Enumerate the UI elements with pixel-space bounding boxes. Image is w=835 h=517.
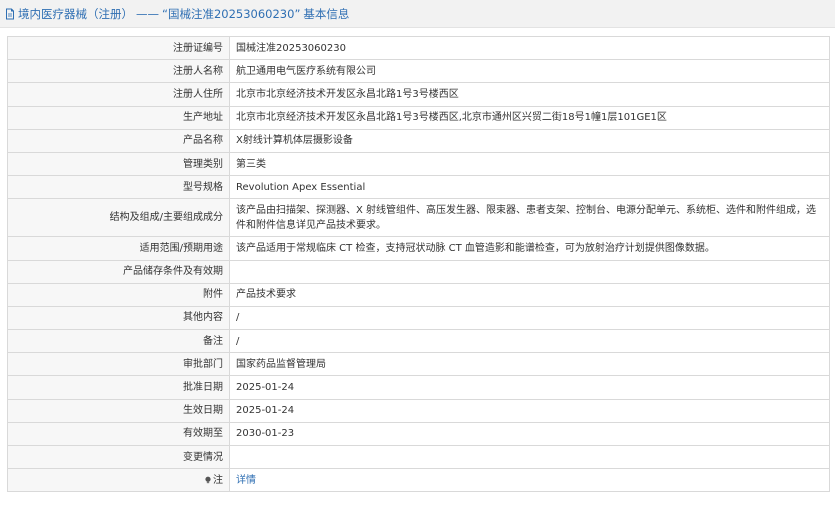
table-row: 备注 / [7, 329, 830, 354]
table-row: 适用范围/预期用途 该产品适用于常规临床 CT 检查，支持冠状动脉 CT 血管造… [7, 236, 830, 261]
table-row: 有效期至 2030-01-23 [7, 421, 830, 447]
header-category: 境内医疗器械（注册） [18, 6, 133, 21]
table-row: 注册人名称 航卫通用电气医疗系统有限公司 [7, 59, 830, 84]
row-label: 注册人名称 [7, 59, 230, 84]
table-row: 生效日期 2025-01-24 [7, 398, 830, 423]
row-label: 其他内容 [7, 305, 230, 331]
row-label: 产品名称 [7, 128, 230, 153]
header-section-title: 基本信息 [303, 6, 350, 21]
row-value: 2025-01-24 [229, 375, 830, 400]
row-value: 2025-01-24 [229, 398, 830, 423]
row-label: 管理类别 [7, 151, 230, 177]
note-value-cell: 详情 [229, 468, 830, 493]
table-row: 结构及组成/主要组成成分 该产品由扫描架、探测器、X 射线管组件、高压发生器、限… [7, 198, 830, 238]
row-label: 生产地址 [7, 105, 230, 130]
table-row: 批准日期 2025-01-24 [7, 375, 830, 400]
page-header: 境内医疗器械（注册） —— “国械注准20253060230” 基本信息 [0, 0, 835, 28]
row-label: 生效日期 [7, 398, 230, 423]
table-row: 产品储存条件及有效期 [7, 259, 830, 284]
row-label: 结构及组成/主要组成成分 [7, 198, 230, 238]
row-label: 批准日期 [7, 375, 230, 400]
row-value: X射线计算机体层摄影设备 [229, 128, 830, 153]
lightbulb-icon [204, 476, 212, 484]
header-registration-number: “国械注准20253060230” [162, 6, 301, 21]
table-row: 审批部门 国家药品监督管理局 [7, 352, 830, 377]
table-row: 管理类别 第三类 [7, 151, 830, 177]
row-label: 审批部门 [7, 352, 230, 377]
row-label: 适用范围/预期用途 [7, 236, 230, 261]
document-icon [4, 8, 16, 20]
row-value: / [229, 329, 830, 354]
row-label: 备注 [7, 329, 230, 354]
details-link[interactable]: 详情 [236, 475, 256, 486]
row-value: 北京市北京经济技术开发区永昌北路1号3号楼西区,北京市通州区兴贸二街18号1幢1… [229, 105, 830, 130]
table-row: 其他内容 / [7, 305, 830, 331]
table-row: 产品名称 X射线计算机体层摄影设备 [7, 128, 830, 153]
row-value: 该产品适用于常规临床 CT 检查，支持冠状动脉 CT 血管造影和能谱检查，可为放… [229, 236, 830, 261]
note-label: 注 [213, 474, 223, 486]
row-value: 该产品由扫描架、探测器、X 射线管组件、高压发生器、限束器、患者支架、控制台、电… [229, 198, 830, 238]
row-label: 有效期至 [7, 421, 230, 447]
table-row: 注册人住所 北京市北京经济技术开发区永昌北路1号3号楼西区 [7, 82, 830, 107]
row-value [229, 259, 830, 284]
row-label: 注册证编号 [7, 35, 230, 61]
table-row: 型号规格 Revolution Apex Essential [7, 175, 830, 200]
row-value: 国械注准20253060230 [229, 35, 830, 61]
row-value: 2030-01-23 [229, 421, 830, 447]
row-value [229, 444, 830, 470]
table-row: 附件 产品技术要求 [7, 282, 830, 307]
basic-info-table: 注册证编号 国械注准20253060230 注册人名称 航卫通用电气医疗系统有限… [7, 35, 830, 493]
row-label: 型号规格 [7, 175, 230, 200]
row-value: 航卫通用电气医疗系统有限公司 [229, 59, 830, 84]
row-label: 变更情况 [7, 444, 230, 470]
row-value: 国家药品监督管理局 [229, 352, 830, 377]
row-value: 产品技术要求 [229, 282, 830, 307]
header-separator: —— [136, 6, 159, 21]
table-row: 注册证编号 国械注准20253060230 [7, 35, 830, 61]
note-row: 注 详情 [7, 468, 830, 493]
table-row: 变更情况 [7, 444, 830, 470]
row-value: Revolution Apex Essential [229, 175, 830, 200]
note-label-cell: 注 [7, 468, 230, 493]
table-row: 生产地址 北京市北京经济技术开发区永昌北路1号3号楼西区,北京市通州区兴贸二街1… [7, 105, 830, 130]
row-label: 注册人住所 [7, 82, 230, 107]
row-value: 北京市北京经济技术开发区永昌北路1号3号楼西区 [229, 82, 830, 107]
row-value: / [229, 305, 830, 331]
row-label: 产品储存条件及有效期 [7, 259, 230, 284]
row-value: 第三类 [229, 151, 830, 177]
row-label: 附件 [7, 282, 230, 307]
